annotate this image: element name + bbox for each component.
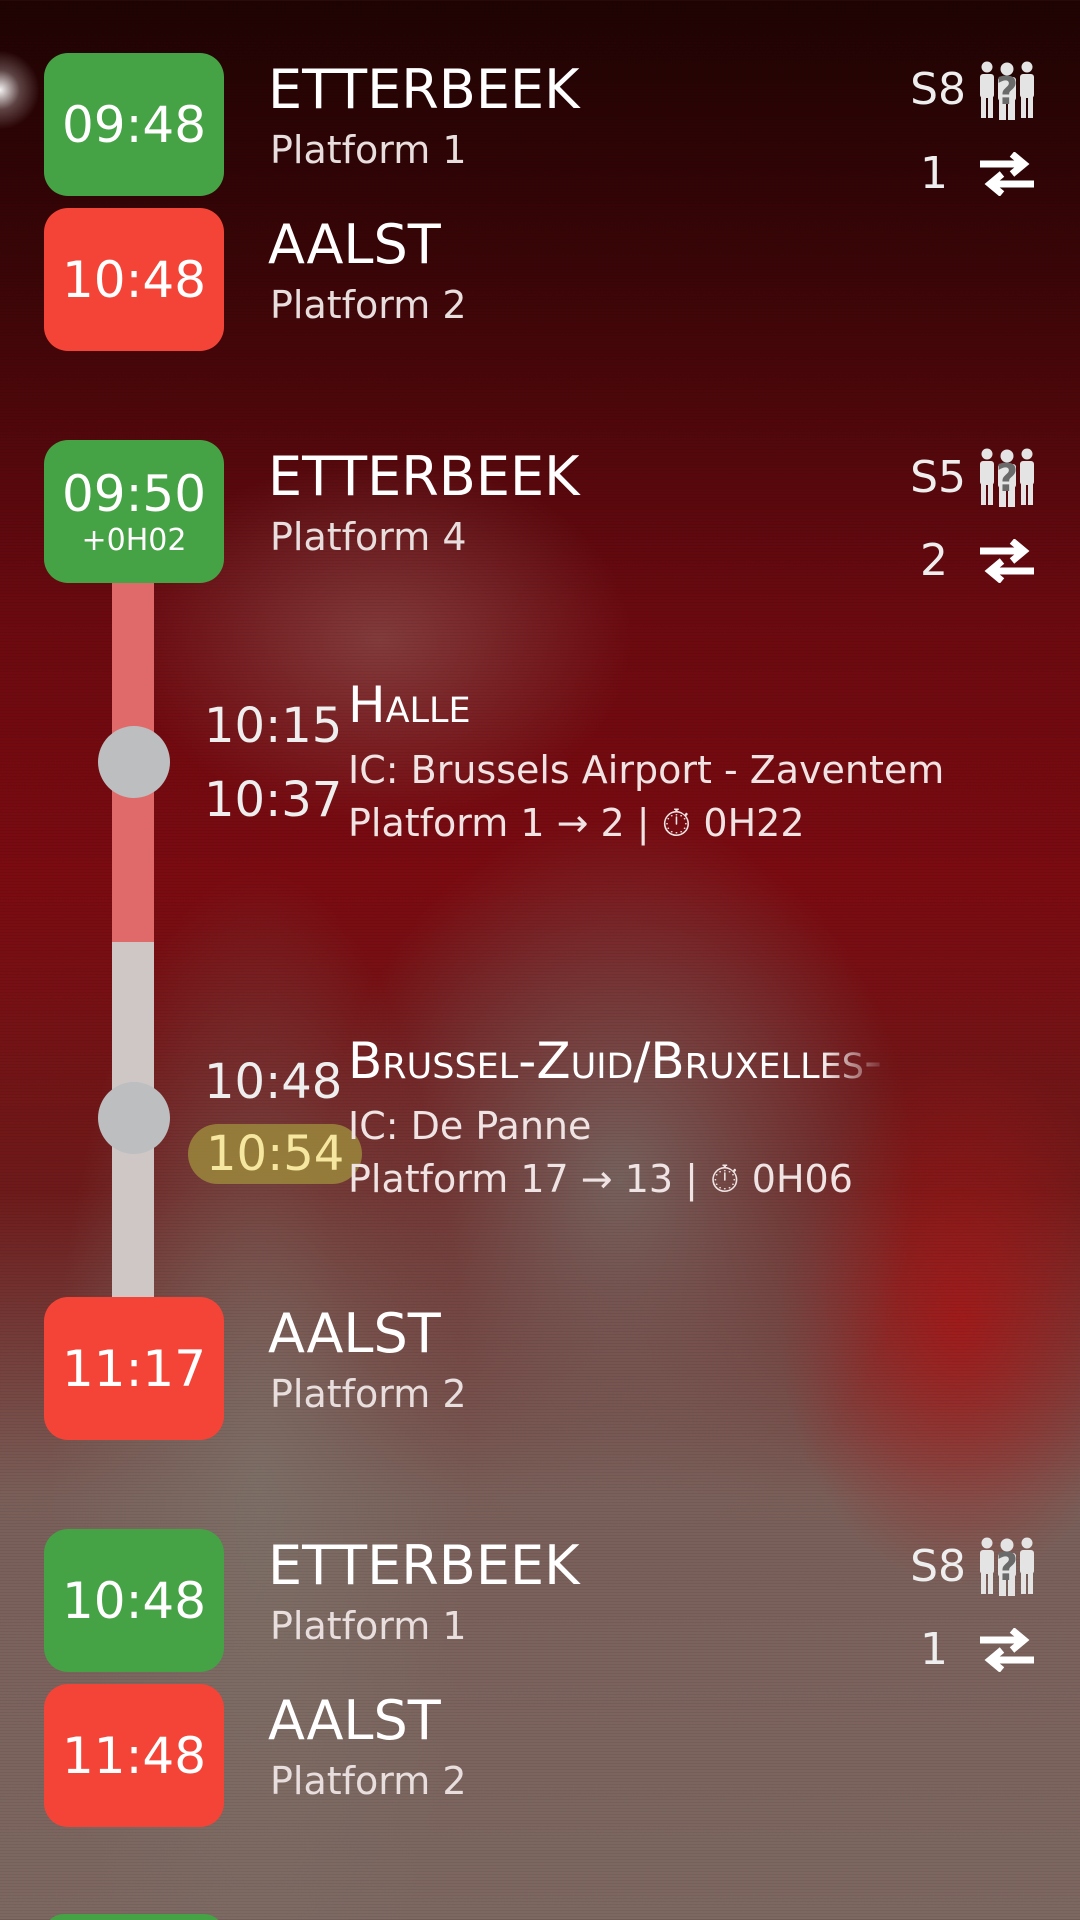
arrival-time: 11:48 [61,1726,207,1785]
departure-time-badge[interactable]: 10:48 [44,1529,224,1672]
departure-time-badge[interactable]: 09:50 +0H02 [44,440,224,583]
departure-platform: Platform 4 [270,515,467,559]
transfers-icon [978,1628,1036,1672]
transfer-count: 1 [920,1624,948,1675]
stop-platforms: Platform 17 → 13 | ⏱ 0H06 [348,1157,853,1202]
stop-platform-change: Platform 1 → 2 | [348,801,650,845]
stopwatch-icon: ⏱ [661,801,692,845]
train-line: S5 [910,452,966,503]
transfer-count: 1 [920,148,948,199]
arrival-station: AALST [268,1689,441,1752]
transfers-icon [978,539,1036,583]
departure-platform: Platform 1 [270,128,467,172]
stop-arrival-time: 10:15 [204,698,343,754]
arrival-time: 10:48 [61,250,207,309]
stopwatch-icon: ⏱ [710,1157,740,1201]
arrival-time: 11:17 [61,1339,207,1398]
arrival-platform: Platform 2 [270,1759,467,1803]
arrival-time-badge[interactable]: 10:48 [44,208,224,351]
train-line: S8 [910,1541,966,1592]
departure-station: ETTERBEEK [268,445,580,508]
stop-departure-time: 10:37 [204,772,343,828]
stop-marker [98,1082,170,1154]
departure-station: ETTERBEEK [268,58,580,121]
arrival-platform: Platform 2 [270,1372,467,1416]
arrival-station: AALST [268,213,441,276]
stop-train: IC: De Panne [348,1104,592,1148]
transfer-count: 2 [920,535,948,586]
train-line: S8 [910,64,966,115]
next-departure-badge-partial[interactable] [44,1914,224,1920]
stop-name: Brussel-Zuid/Bruxelles-Midi [348,1032,888,1090]
stop-arrival-time: 10:48 [204,1054,343,1110]
occupancy-unknown-icon [978,1536,1036,1596]
occupancy-unknown-icon [978,447,1036,507]
departure-platform: Platform 1 [270,1604,467,1648]
background-glare [0,50,40,130]
departure-time: 10:48 [61,1571,207,1630]
stop-wait-time: 0H22 [703,801,805,845]
arrival-station: AALST [268,1302,441,1365]
arrival-platform: Platform 2 [270,283,467,327]
delay-label: +0H02 [81,523,187,558]
stop-departure-time-delayed: 10:54 [188,1124,363,1184]
departure-time: 09:48 [61,95,207,154]
transfers-icon [978,152,1036,196]
departure-time: 09:50 [61,465,207,523]
stop-train: IC: Brussels Airport - Zaventem [348,748,945,792]
departure-time-badge[interactable]: 09:48 [44,53,224,196]
stop-wait-time: 0H06 [751,1157,853,1201]
stop-marker [98,726,170,798]
occupancy-unknown-icon [978,60,1036,120]
arrival-time-badge[interactable]: 11:17 [44,1297,224,1440]
departure-station: ETTERBEEK [268,1534,580,1597]
stop-name: Halle [348,676,471,734]
stop-platform-change: Platform 17 → 13 | [348,1157,698,1201]
stop-platforms: Platform 1 → 2 | ⏱ 0H22 [348,801,805,846]
arrival-time-badge[interactable]: 11:48 [44,1684,224,1827]
